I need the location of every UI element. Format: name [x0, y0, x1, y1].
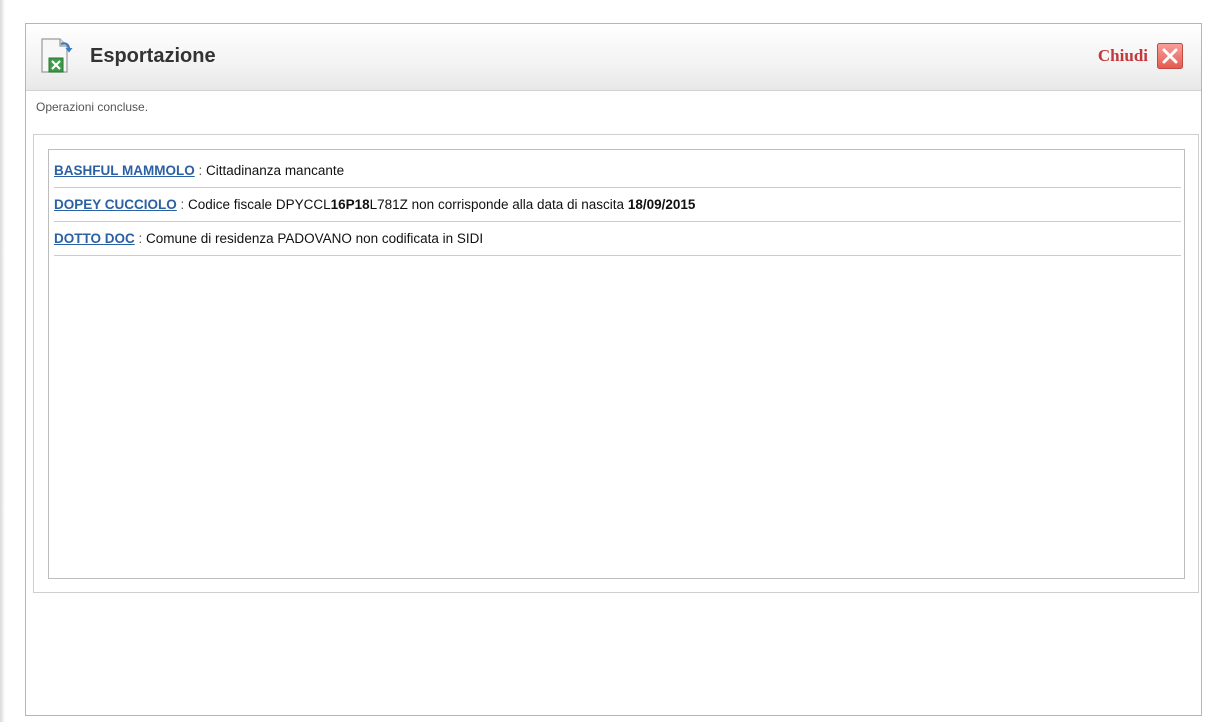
student-link-dotto-doc[interactable]: DOTTO DOC [54, 231, 135, 246]
message-separator: : [176, 197, 189, 212]
message-text-suffix: L781Z non corrisponde alla data di nasci… [369, 197, 628, 212]
close-button[interactable]: Chiudi [1098, 42, 1183, 70]
message-separator: : [134, 231, 147, 246]
student-link-dopey-cucciolo[interactable]: DOPEY CUCCIOLO [54, 197, 177, 212]
excel-export-icon [41, 38, 73, 73]
message-row: DOPEY CUCCIOLO : Codice fiscale DPYCCL16… [54, 188, 1181, 222]
results-list-frame: BASHFUL MAMMOLO : Cittadinanza mancante … [48, 149, 1185, 579]
fiscal-code-highlight: 16P18 [330, 197, 370, 212]
message-text-prefix: Codice fiscale DPYCCL [188, 197, 331, 212]
close-label[interactable]: Chiudi [1098, 46, 1148, 66]
close-icon[interactable] [1157, 43, 1183, 69]
message-text: Comune di residenza PADOVANO non codific… [146, 231, 484, 246]
birth-date: 18/09/2015 [627, 197, 696, 212]
dialog-header: Esportazione Chiudi [26, 24, 1201, 91]
message-list: BASHFUL MAMMOLO : Cittadinanza mancante … [54, 154, 1181, 256]
page-edge [0, 0, 5, 722]
export-dialog: Esportazione Chiudi Operazioni concluse.… [25, 23, 1202, 716]
status-text: Operazioni concluse. [36, 100, 149, 114]
message-separator: : [194, 163, 207, 178]
message-row: BASHFUL MAMMOLO : Cittadinanza mancante [54, 154, 1181, 188]
results-panel: BASHFUL MAMMOLO : Cittadinanza mancante … [33, 134, 1199, 593]
student-link-bashful-mammolo[interactable]: BASHFUL MAMMOLO [54, 163, 195, 178]
message-row: DOTTO DOC : Comune di residenza PADOVANO… [54, 222, 1181, 256]
dialog-title: Esportazione [90, 45, 216, 67]
message-text: Cittadinanza mancante [206, 163, 345, 178]
